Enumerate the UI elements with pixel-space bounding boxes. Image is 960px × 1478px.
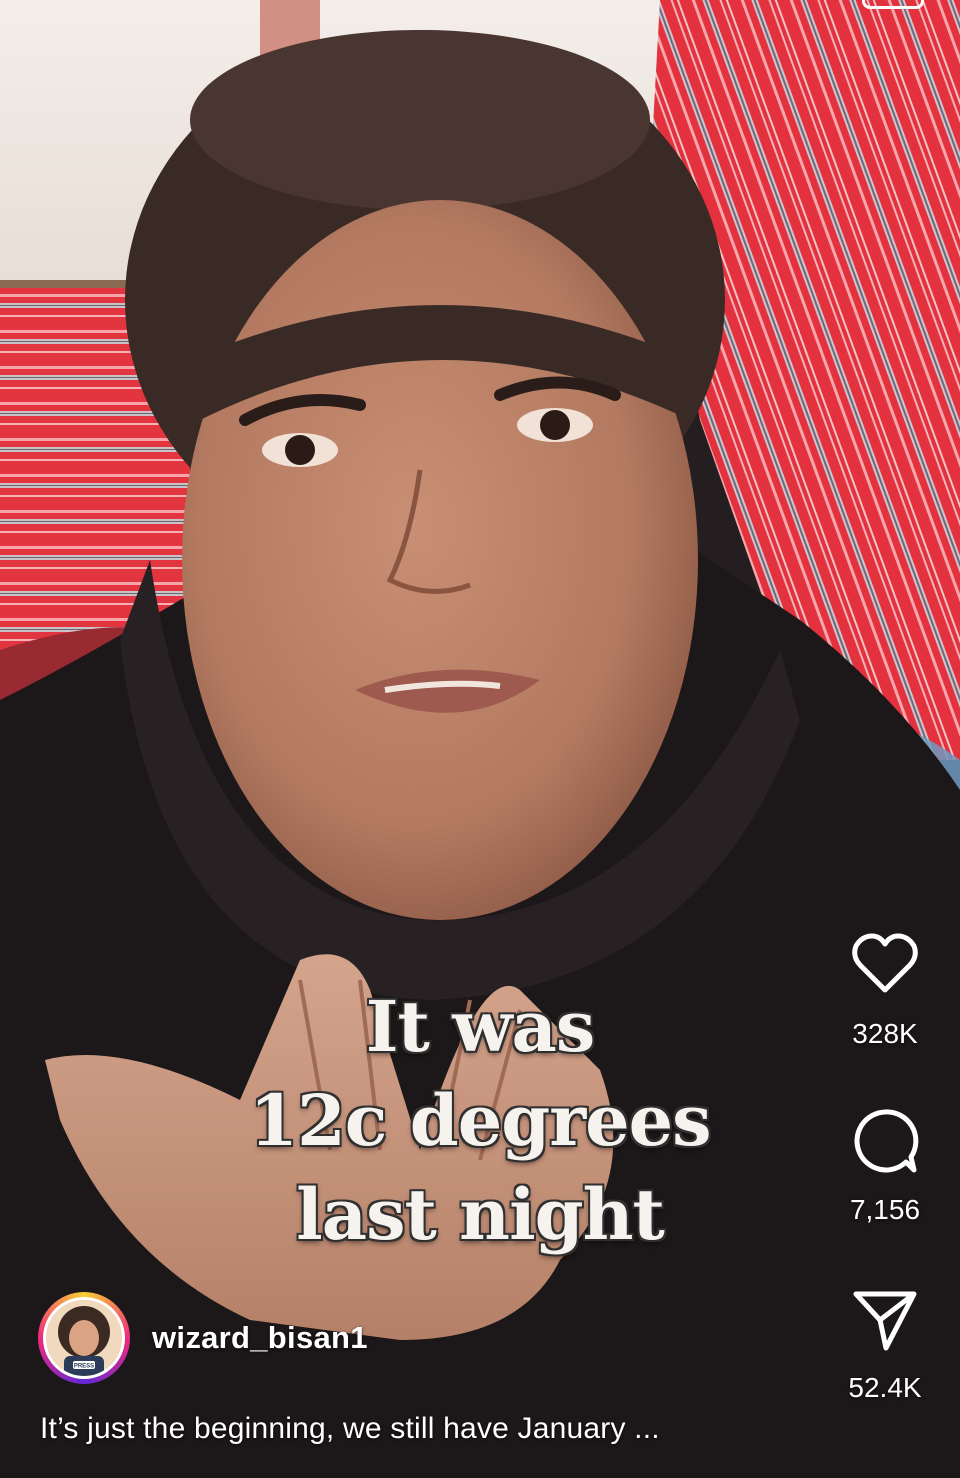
overlay-line-1: It was [365,985,595,1068]
heart-icon [852,933,918,993]
author-row: PRESS wizard_bisan1 [38,1290,368,1386]
press-badge: PRESS [74,1364,94,1370]
share-count: 52.4K [848,1372,922,1403]
video-text-overlay: It was 12c degrees last night [150,980,810,1262]
comment-button[interactable]: 7,156 [830,1106,940,1226]
post-description[interactable]: It’s just the beginning, we still have J… [40,1412,660,1446]
like-button[interactable]: 328K [830,930,940,1050]
overlay-line-2: 12c degrees [249,1079,711,1162]
avatar-illustration: PRESS [46,1300,122,1376]
paper-plane-icon [853,1291,917,1351]
reel-video[interactable]: It was 12c degrees last night [0,0,960,1478]
status-indicator [862,0,924,9]
overlay-line-3: last night [296,1173,665,1256]
like-count: 328K [852,1018,918,1049]
comment-count: 7,156 [849,1194,921,1225]
share-button[interactable]: 52.4K [830,1284,940,1404]
avatar[interactable]: PRESS [38,1292,130,1384]
comment-bubble-icon [854,1109,919,1173]
author-username[interactable]: wizard_bisan1 [152,1320,368,1356]
